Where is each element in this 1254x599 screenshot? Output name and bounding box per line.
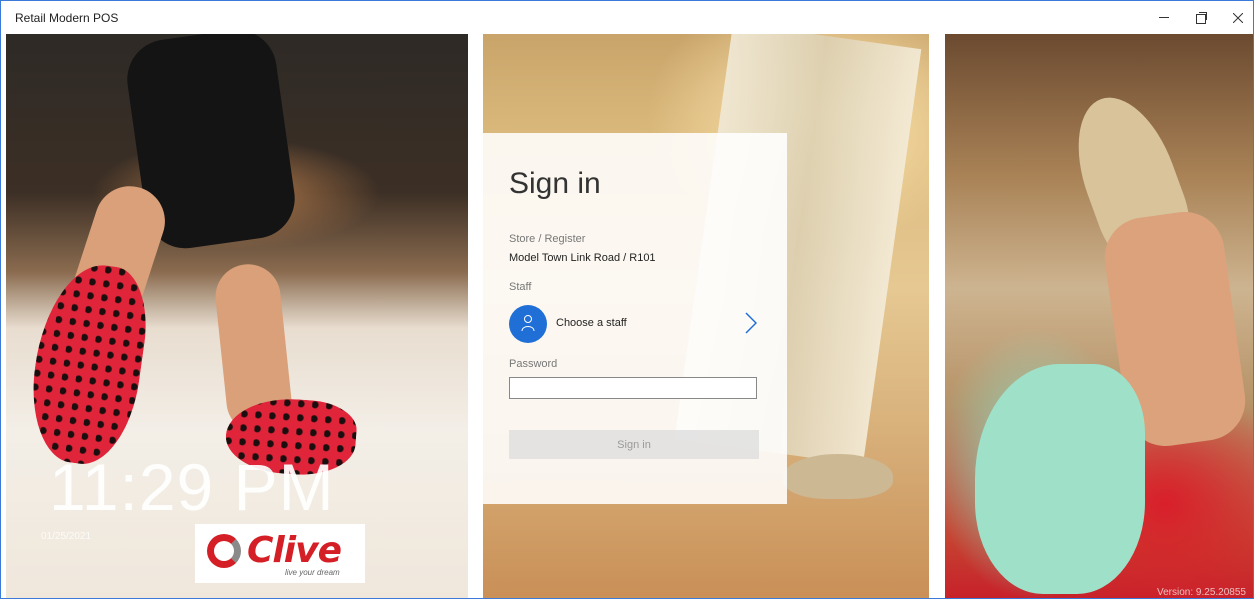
photo-shoe-left — [22, 257, 155, 471]
password-input[interactable] — [509, 377, 757, 399]
photo-dress — [975, 364, 1145, 594]
logo-wordmark: Clive — [247, 530, 342, 571]
clock-date: 01/25/2021 — [41, 531, 92, 542]
background-photo-right — [945, 34, 1253, 598]
password-label: Password — [509, 358, 558, 370]
close-icon — [1233, 12, 1243, 23]
logo-tagline: live your dream — [285, 568, 340, 577]
restore-icon — [1196, 12, 1208, 24]
minimize-button[interactable] — [1147, 1, 1181, 34]
logo-ring-icon — [207, 534, 241, 568]
person-icon — [521, 315, 535, 332]
minimize-icon — [1159, 17, 1169, 18]
photo-shoe-gold — [783, 454, 893, 499]
version-label: Version: 9.25.20855 — [1157, 587, 1246, 598]
signin-card: Sign in Store / Register Model Town Link… — [483, 133, 787, 504]
close-button[interactable] — [1221, 1, 1253, 34]
choose-staff-label: Choose a staff — [556, 317, 627, 329]
staff-label: Staff — [509, 281, 532, 293]
avatar — [509, 305, 547, 343]
signin-title: Sign in — [509, 167, 601, 200]
chevron-right-icon — [745, 312, 757, 334]
store-register-value: Model Town Link Road / R101 — [509, 252, 656, 264]
restore-button[interactable] — [1185, 1, 1219, 34]
store-register-label: Store / Register — [509, 233, 586, 245]
clock-time: 11:29 PM — [49, 450, 335, 524]
brand-logo: Clive live your dream — [195, 524, 365, 583]
choose-staff-button[interactable]: Choose a staff — [509, 305, 761, 343]
app-title: Retail Modern POS — [15, 11, 119, 25]
signin-button[interactable]: Sign in — [509, 430, 759, 459]
title-bar[interactable]: Retail Modern POS — [1, 1, 1253, 34]
app-window: Retail Modern POS 11:29 PM 01/25/2021 Cl… — [0, 0, 1254, 599]
